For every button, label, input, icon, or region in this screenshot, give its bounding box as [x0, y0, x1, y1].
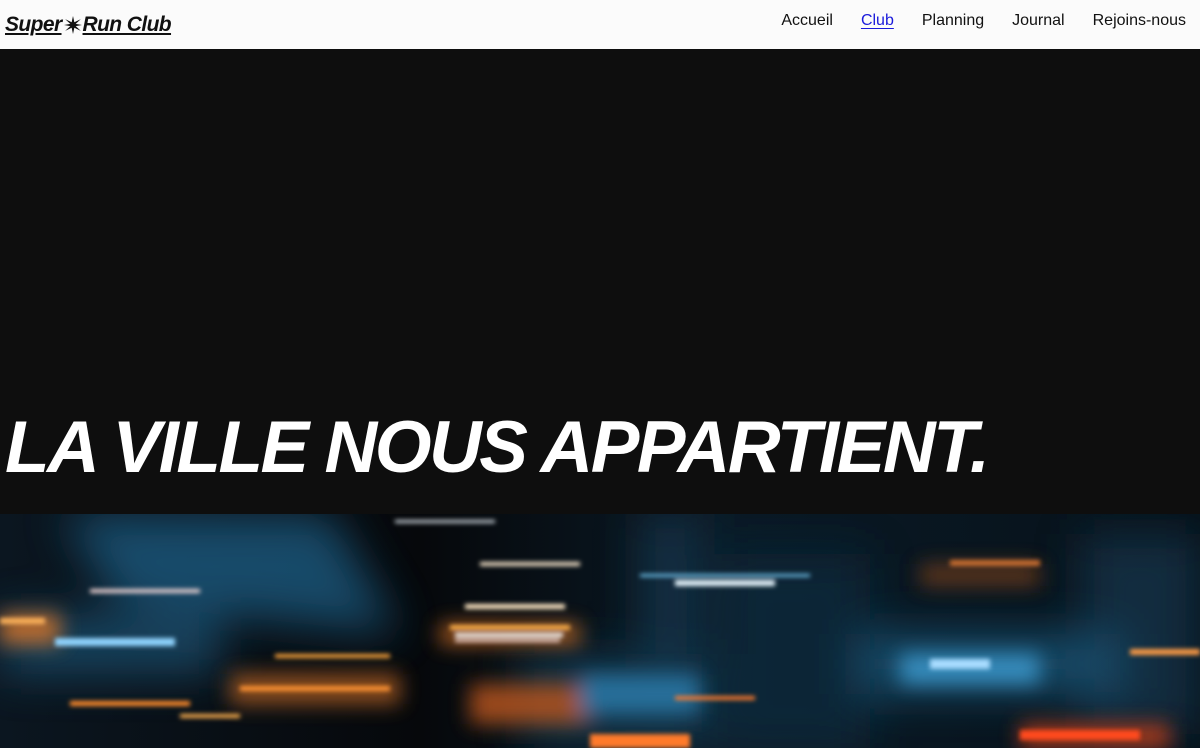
site-header: Super Run Club Accueil Club Planning Jou…	[0, 0, 1200, 49]
logo-text-super: Super	[5, 12, 62, 36]
nav-item-rejoins-nous[interactable]: Rejoins-nous	[1093, 12, 1186, 30]
nav-item-club[interactable]: Club	[861, 12, 894, 30]
starburst-icon	[63, 15, 82, 34]
nav-item-planning[interactable]: Planning	[922, 12, 984, 30]
hero-section: LA VILLE NOUS APPARTIENT.	[0, 49, 1200, 514]
city-lights-illustration	[0, 514, 1200, 748]
nav-item-accueil[interactable]: Accueil	[781, 12, 833, 30]
nav-item-journal[interactable]: Journal	[1012, 12, 1064, 30]
logo-text-run-club: Run Club	[82, 12, 172, 36]
site-logo[interactable]: Super Run Club	[5, 12, 172, 37]
blurred-city-night-lights-image	[0, 514, 1200, 748]
main-nav: Accueil Club Planning Journal Rejoins-no…	[753, 0, 1186, 49]
hero-title: LA VILLE NOUS APPARTIENT.	[5, 407, 990, 488]
